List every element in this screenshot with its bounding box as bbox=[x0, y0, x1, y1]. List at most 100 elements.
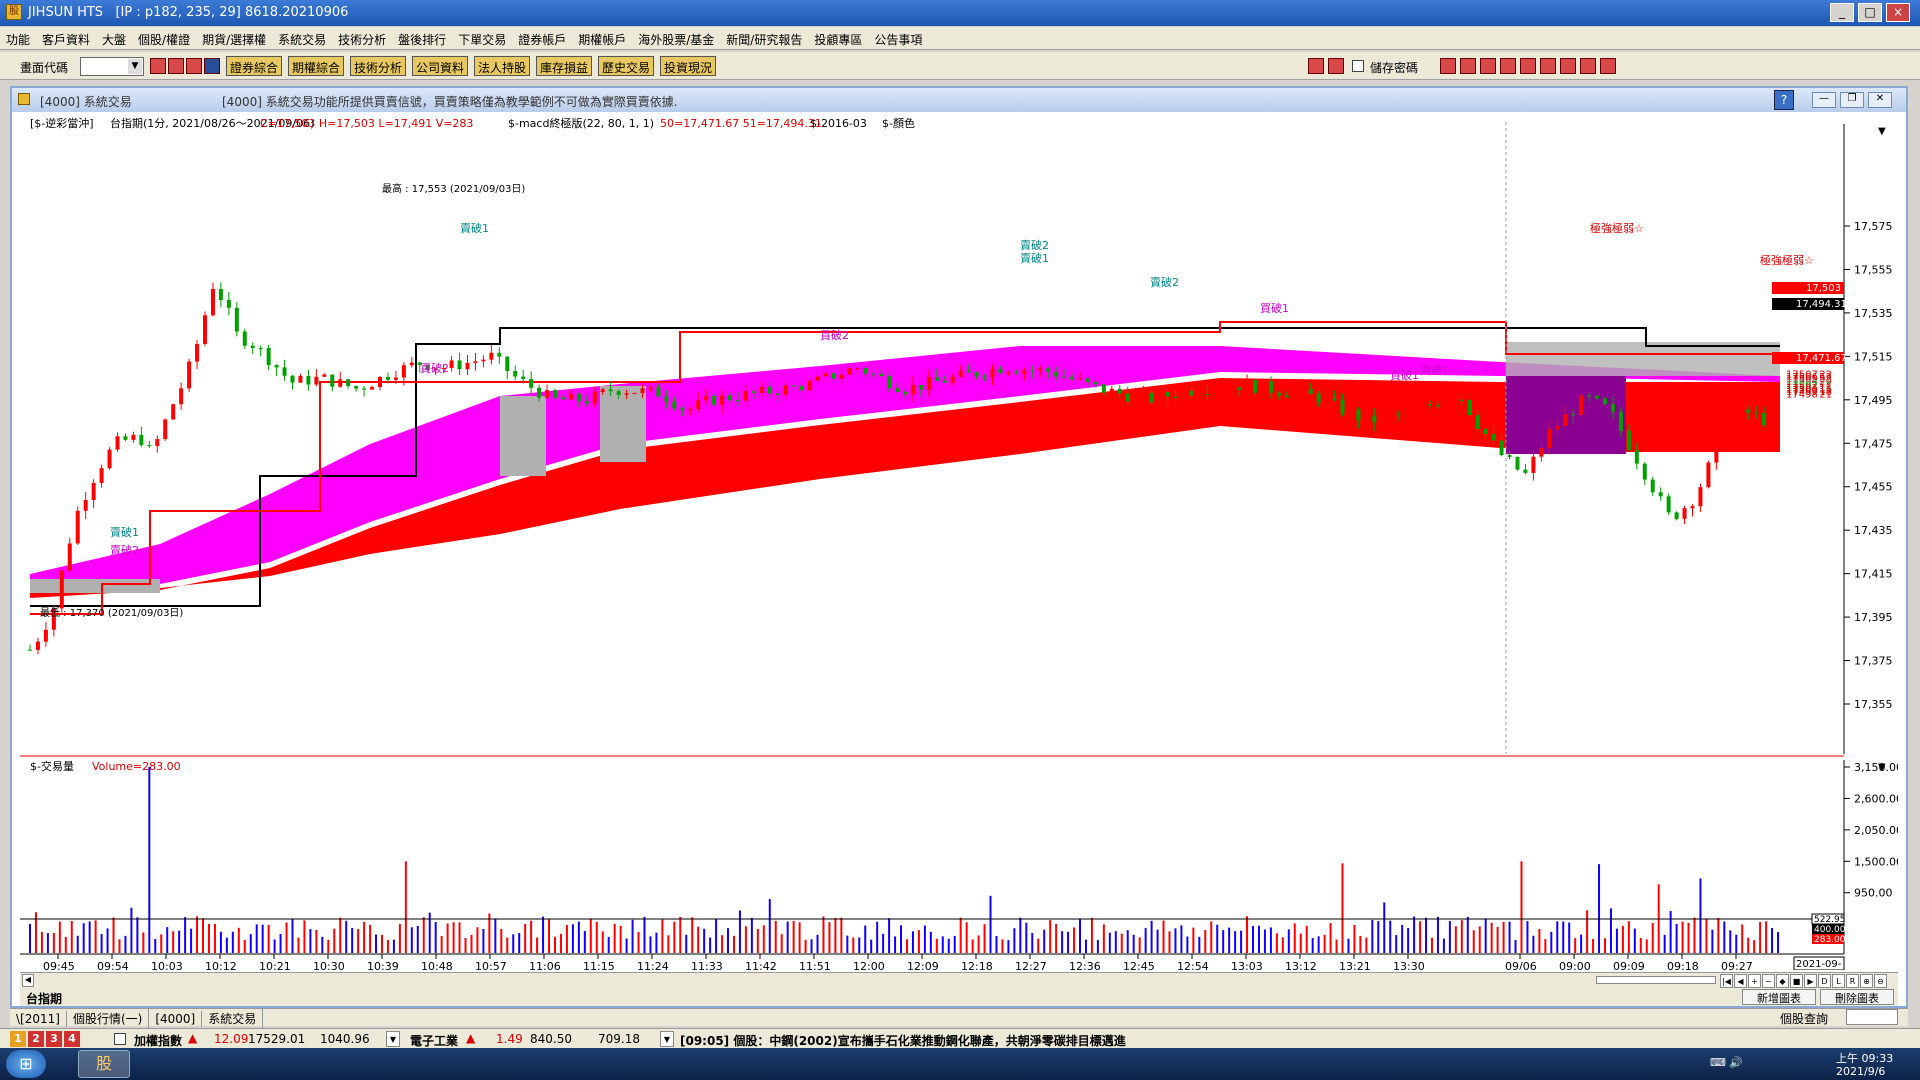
tool-icon[interactable] bbox=[204, 58, 220, 74]
menu-item[interactable]: 下單交易 bbox=[452, 27, 512, 48]
chart-svg[interactable]: [$-逆彩當沖] 台指期(1分, 2021/08/26～2021/09/06) … bbox=[20, 114, 1903, 973]
menu-item[interactable]: 公告事項 bbox=[868, 27, 928, 48]
menu-item[interactable]: 期貨/選擇權 bbox=[196, 27, 272, 48]
menu-item[interactable]: 新聞/研究報告 bbox=[720, 27, 808, 48]
taskbar-app[interactable]: 股 bbox=[78, 1050, 130, 1078]
candle-body bbox=[815, 376, 820, 381]
toolbar-button[interactable]: 技術分析 bbox=[350, 56, 407, 76]
nav-button[interactable]: ⊕ bbox=[1860, 974, 1873, 988]
scroll-left-button[interactable]: ◀ bbox=[22, 974, 34, 987]
mdi-restore-button[interactable]: ❐ bbox=[1840, 92, 1864, 108]
menu-item[interactable]: 個股/權證 bbox=[132, 27, 196, 48]
tool-icon[interactable] bbox=[1328, 58, 1344, 74]
signal-label: 極強極弱☆ bbox=[1760, 253, 1814, 267]
mdi-minimize-button[interactable]: — bbox=[1812, 92, 1836, 108]
window-tab[interactable]: 系統交易 bbox=[202, 1009, 264, 1028]
volume-bar bbox=[518, 933, 521, 953]
window-tab[interactable]: 個股行情(一) bbox=[67, 1009, 150, 1028]
quick-slot[interactable]: 4 bbox=[64, 1031, 80, 1047]
chevron-down-icon[interactable]: ▼ bbox=[128, 59, 142, 74]
zoom-slider[interactable] bbox=[1596, 976, 1716, 984]
screen-code-input[interactable]: ▼ bbox=[80, 57, 144, 76]
candle-body bbox=[1085, 378, 1090, 382]
news-ticker[interactable]: [09:05] 個股：中鋼(2002)宣布攜手石化業推動鋼化聯產，共朝淨零碳排目… bbox=[680, 1032, 1126, 1049]
tool-icon[interactable] bbox=[1540, 58, 1556, 74]
toolbar-button[interactable]: 期權綜合 bbox=[288, 56, 345, 76]
chart-area[interactable]: [$-逆彩當沖] 台指期(1分, 2021/08/26～2021/09/06) … bbox=[20, 114, 1903, 973]
chevron-down-icon[interactable]: ▼ bbox=[660, 1031, 674, 1047]
chevron-down-icon[interactable]: ▼ bbox=[1878, 126, 1886, 137]
status-checkbox[interactable] bbox=[114, 1033, 126, 1045]
nav-button[interactable]: |◀ bbox=[1720, 974, 1733, 988]
tool-icon[interactable] bbox=[1440, 58, 1456, 74]
candle-body bbox=[1380, 414, 1385, 423]
quick-slot[interactable]: 3 bbox=[46, 1031, 62, 1047]
mdi-close-button[interactable]: ✕ bbox=[1868, 92, 1892, 108]
tool-icon[interactable] bbox=[1580, 58, 1596, 74]
chevron-down-icon[interactable]: ▼ bbox=[386, 1031, 400, 1047]
save-password-checkbox[interactable] bbox=[1352, 60, 1364, 72]
nav-button[interactable]: D bbox=[1818, 974, 1831, 988]
toolbar-button[interactable]: 公司資料 bbox=[412, 56, 469, 76]
signal-label: 買破2 bbox=[420, 361, 449, 375]
tool-icon[interactable] bbox=[1500, 58, 1516, 74]
candle-body bbox=[1698, 487, 1703, 507]
nav-button[interactable]: R bbox=[1846, 974, 1859, 988]
window-tab[interactable]: \[2011] bbox=[10, 1011, 67, 1027]
nav-button[interactable]: ■ bbox=[1790, 974, 1803, 988]
status-bar: 1234 加權指數 ▲ 12.09 17529.01 1040.96 ▼ 電子工… bbox=[0, 1028, 1920, 1048]
menu-item[interactable]: 客戶資料 bbox=[36, 27, 96, 48]
menu-item[interactable]: 投顧專區 bbox=[808, 27, 868, 48]
menu-item[interactable]: 大盤 bbox=[96, 27, 132, 48]
toolbar-button[interactable]: 歷史交易 bbox=[598, 56, 655, 76]
quick-slot[interactable]: 2 bbox=[28, 1031, 44, 1047]
menu-item[interactable]: 海外股票/基金 bbox=[632, 27, 720, 48]
tool-icon[interactable] bbox=[186, 58, 202, 74]
nav-button[interactable]: ◆ bbox=[1776, 974, 1789, 988]
toolbar-button[interactable]: 庫存損益 bbox=[536, 56, 593, 76]
volume-bar bbox=[452, 922, 455, 953]
tool-icon[interactable] bbox=[1460, 58, 1476, 74]
toolbar-button[interactable]: 投資現況 bbox=[660, 56, 717, 76]
toolbar-button[interactable]: 法人持股 bbox=[474, 56, 531, 76]
nav-button[interactable]: ◀ bbox=[1734, 974, 1747, 988]
quick-slot[interactable]: 1 bbox=[10, 1031, 26, 1047]
volume-bar bbox=[327, 939, 330, 953]
nav-button[interactable]: ⊖ bbox=[1874, 974, 1887, 988]
tool-icon[interactable] bbox=[1560, 58, 1576, 74]
menu-item[interactable]: 盤後排行 bbox=[392, 27, 452, 48]
toolbar-button[interactable]: 證券綜合 bbox=[226, 56, 283, 76]
nav-button[interactable]: ▶ bbox=[1804, 974, 1817, 988]
chart-scrollbar[interactable]: ◀ |◀◀+−◆■▶DLR⊕⊖▶| bbox=[20, 972, 1898, 1003]
nav-button[interactable]: L bbox=[1832, 974, 1845, 988]
volume-bar bbox=[279, 933, 282, 953]
tool-icon[interactable] bbox=[150, 58, 166, 74]
maximize-button[interactable]: □ bbox=[1858, 3, 1882, 22]
tool-icon[interactable] bbox=[168, 58, 184, 74]
tool-icon[interactable] bbox=[1600, 58, 1616, 74]
menu-item[interactable]: 功能 bbox=[0, 27, 36, 48]
tool-icon[interactable] bbox=[1480, 58, 1496, 74]
price-tick-label: 17,455 bbox=[1854, 481, 1893, 494]
close-button[interactable]: × bbox=[1886, 3, 1910, 22]
menu-item[interactable]: 證券帳戶 bbox=[512, 27, 572, 48]
tool-icon[interactable] bbox=[1520, 58, 1536, 74]
symbol-tab[interactable]: 台指期 bbox=[26, 990, 62, 1007]
tool-icon[interactable] bbox=[1308, 58, 1324, 74]
delete-chart-button[interactable]: 刪除圖表 bbox=[1820, 989, 1894, 1005]
nav-button[interactable]: + bbox=[1748, 974, 1761, 988]
menu-item[interactable]: 技術分析 bbox=[332, 27, 392, 48]
volume-bar bbox=[715, 919, 718, 953]
help-button[interactable]: ? bbox=[1774, 90, 1794, 110]
start-button[interactable]: ⊞ bbox=[6, 1050, 46, 1078]
window-tab[interactable]: [4000] bbox=[149, 1011, 203, 1027]
minimize-button[interactable]: _ bbox=[1830, 3, 1854, 22]
gray-segment bbox=[500, 396, 546, 476]
nav-button[interactable]: − bbox=[1762, 974, 1775, 988]
menu-item[interactable]: 期權帳戶 bbox=[572, 27, 632, 48]
add-chart-button[interactable]: 新增圖表 bbox=[1742, 989, 1816, 1005]
volume-bar bbox=[82, 923, 85, 953]
volume-bar bbox=[1496, 926, 1499, 953]
menu-item[interactable]: 系統交易 bbox=[272, 27, 332, 48]
stock-query-input[interactable] bbox=[1846, 1009, 1898, 1025]
